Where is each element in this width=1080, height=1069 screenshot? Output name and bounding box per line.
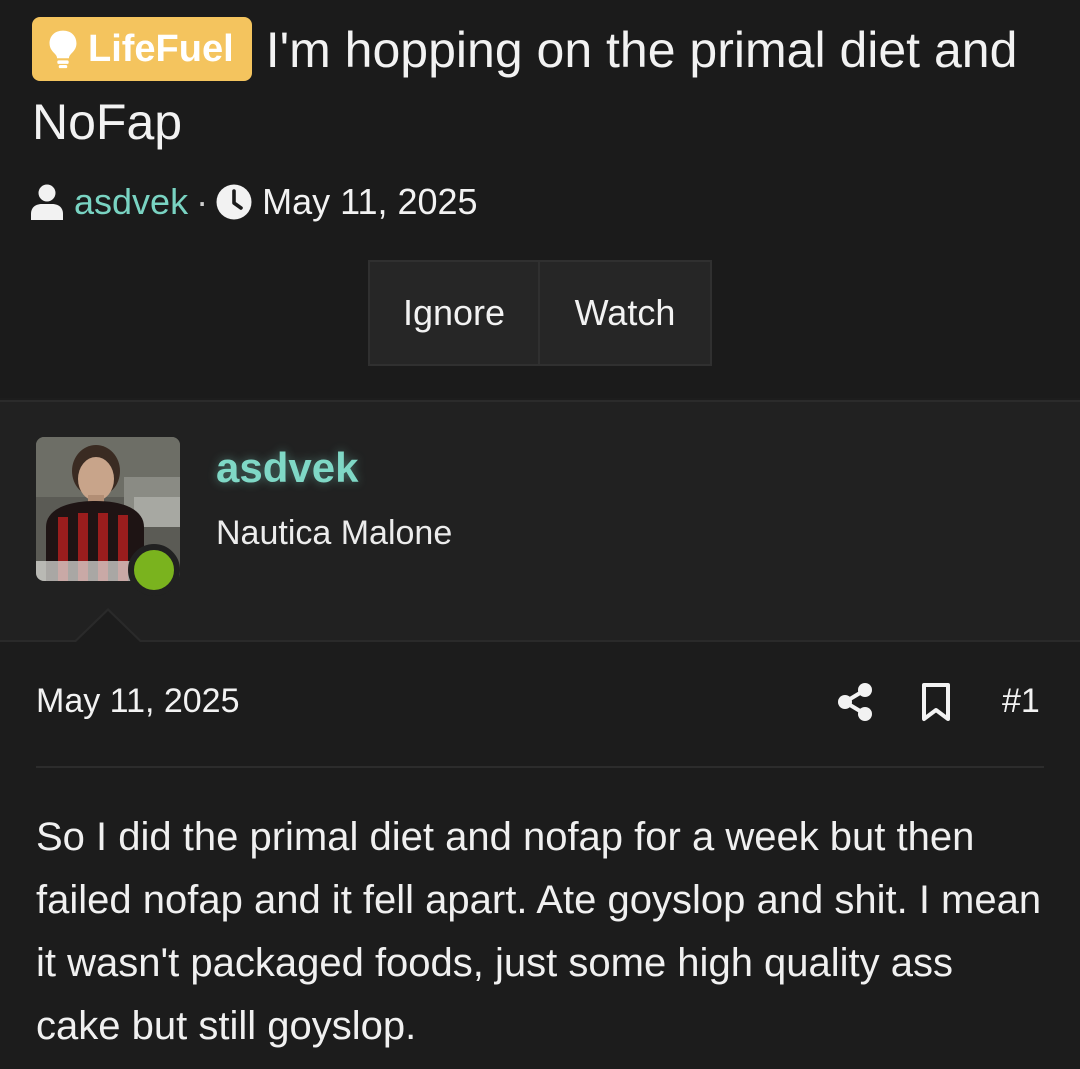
user-title: Nautica Malone bbox=[216, 514, 453, 552]
thread-date[interactable]: May 11, 2025 bbox=[262, 181, 477, 223]
bookmark-icon[interactable] bbox=[918, 682, 954, 722]
meta-separator: · bbox=[196, 181, 209, 222]
watch-button[interactable]: Watch bbox=[538, 260, 712, 366]
thread-author-link[interactable]: asdvek bbox=[74, 181, 188, 223]
post-content: So I did the primal diet and nofap for a… bbox=[36, 815, 1042, 1048]
thread-action-buttons: Ignore Watch bbox=[368, 260, 712, 366]
post-author-name[interactable]: asdvek bbox=[216, 444, 358, 492]
user-icon bbox=[31, 184, 63, 220]
thread-title: LifeFuel I'm hopping on the primal diet … bbox=[32, 14, 1052, 158]
post-number-link[interactable]: #1 bbox=[1002, 682, 1040, 721]
post-arrow bbox=[76, 611, 140, 642]
clock-icon bbox=[216, 184, 252, 220]
thread-prefix-label: LifeFuel bbox=[88, 28, 234, 70]
post-date[interactable]: May 11, 2025 bbox=[36, 682, 240, 721]
share-icon[interactable] bbox=[836, 682, 874, 722]
online-status-indicator bbox=[128, 544, 180, 596]
lightbulb-icon bbox=[49, 30, 77, 69]
thread-meta: asdvek · May 11, 2025 bbox=[30, 178, 478, 226]
post-divider bbox=[36, 766, 1044, 768]
ignore-button[interactable]: Ignore bbox=[368, 260, 540, 366]
thread-prefix[interactable]: LifeFuel bbox=[32, 17, 252, 81]
